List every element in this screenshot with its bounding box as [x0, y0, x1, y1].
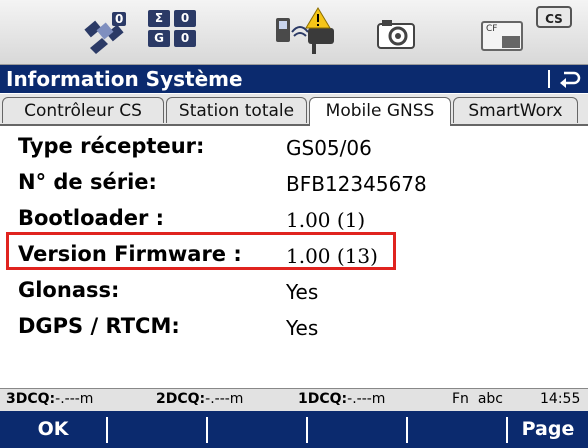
field-label-bootloader: Bootloader : [18, 206, 165, 230]
tab-station-totale[interactable]: Station totale [166, 97, 307, 123]
field-label-glonass: Glonass: [18, 278, 120, 302]
rover-warning-icon[interactable] [272, 6, 340, 56]
softkey-bar: OK Page [0, 411, 588, 448]
field-row: DGPS / RTCM: Yes [18, 312, 578, 348]
softkey-f4[interactable] [308, 411, 406, 448]
camera-icon[interactable] [376, 16, 416, 50]
tab-controleur-cs[interactable]: Contrôleur CS [2, 97, 164, 123]
title-bar: Information Système [0, 65, 588, 93]
field-value-bootloader: 1.00 (1) [286, 208, 366, 232]
g-label: G [148, 30, 170, 47]
field-row: N° de série: BFB12345678 [18, 168, 578, 204]
title-separator [548, 70, 550, 88]
field-value-receiver-type: GS05/06 [286, 136, 372, 160]
field-row: Type récepteur: GS05/06 [18, 132, 578, 168]
page-title: Information Système [6, 67, 243, 91]
info-panel: Type récepteur: GS05/06 N° de série: BFB… [0, 126, 588, 388]
tab-mobile-gnss[interactable]: Mobile GNSS [309, 97, 451, 126]
clock: 14:55 [540, 391, 581, 407]
position-quality-icon[interactable]: Σ 0 G 0 [148, 10, 196, 50]
cs-controller-icon[interactable]: CS [536, 6, 572, 28]
back-icon[interactable] [558, 69, 582, 89]
softkey-f5[interactable] [408, 411, 506, 448]
softkey-f3[interactable] [208, 411, 306, 448]
info-bar: 3DCQ:-.---m 2DCQ:-.---m 1DCQ:-.---m Fn a… [0, 388, 588, 411]
softkey-f2[interactable] [108, 411, 206, 448]
field-label-dgps: DGPS / RTCM: [18, 314, 180, 338]
tab-smartworx[interactable]: SmartWorx [453, 97, 578, 123]
dcq3-readout: 3DCQ:-.---m [6, 391, 94, 407]
field-row: Glonass: Yes [18, 276, 578, 312]
field-value-dgps: Yes [286, 316, 319, 340]
dcq1-readout: 1DCQ:-.---m [298, 391, 386, 407]
input-mode: Fn abc [452, 391, 503, 407]
tab-bar: Contrôleur CS Station totale Mobile GNSS… [0, 94, 588, 126]
ok-button[interactable]: OK [0, 411, 106, 448]
dcq2-readout: 2DCQ:-.---m [156, 391, 244, 407]
satellite-count: 0 [112, 12, 127, 26]
g-value: 0 [174, 30, 196, 47]
cf-card-label: CF [486, 24, 498, 34]
sigma-value: 0 [174, 10, 196, 27]
sigma-label: Σ [148, 10, 170, 27]
field-label-serial: N° de série: [18, 170, 157, 194]
field-value-serial: BFB12345678 [286, 172, 427, 196]
field-value-glonass: Yes [286, 280, 319, 304]
firmware-highlight-box [6, 232, 396, 270]
status-bar: 0 Σ 0 G 0 CF CS [0, 0, 588, 65]
field-label-receiver-type: Type récepteur: [18, 134, 205, 158]
page-button[interactable]: Page [508, 411, 588, 448]
